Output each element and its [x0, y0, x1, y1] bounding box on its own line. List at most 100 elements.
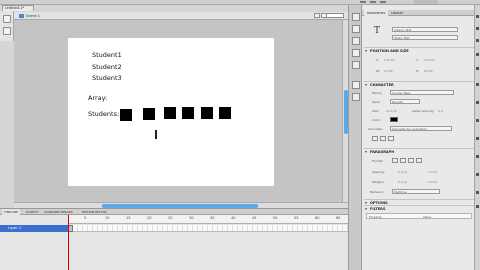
tool-icon[interactable]	[476, 15, 479, 18]
array-slot-box[interactable]	[201, 107, 213, 119]
color-panel-icon[interactable]	[352, 13, 360, 21]
spacing-indent-value[interactable]: 0.0 px	[398, 170, 407, 174]
filters-value-header: Value	[423, 215, 432, 219]
array-label-text[interactable]: Array:	[88, 94, 107, 102]
position-size-section[interactable]: POSITION AND SIZE	[364, 47, 478, 54]
tool-icon[interactable]	[476, 39, 479, 42]
array-slot-box[interactable]	[182, 107, 194, 119]
layer-row[interactable]: Layer 1	[0, 225, 68, 232]
menu-dash-icon[interactable]	[360, 1, 366, 3]
layer-name: Layer 1	[8, 226, 22, 230]
student2-text[interactable]: Student2	[92, 63, 122, 71]
align-justify-icon[interactable]	[416, 158, 422, 163]
array-slot-box[interactable]	[143, 108, 155, 120]
tool-icon[interactable]	[476, 173, 479, 176]
frame-ruler[interactable]: 5 10 15 20 25 30 35 40 45 50 55 60 65	[68, 215, 348, 224]
frame-tick: 30	[189, 216, 194, 220]
tool-icon[interactable]	[476, 191, 479, 194]
student1-text[interactable]: Student1	[92, 51, 122, 59]
workspace-switcher[interactable]	[414, 0, 438, 4]
layer-frames[interactable]	[68, 225, 348, 232]
tab-library[interactable]: LIBRARY	[388, 10, 406, 16]
swatches-panel-icon[interactable]	[352, 25, 360, 33]
selection-tool-icon[interactable]	[3, 15, 11, 23]
playhead[interactable]	[68, 215, 71, 270]
text-subtype-select[interactable]: Static Text	[392, 35, 458, 40]
tool-icon[interactable]	[476, 205, 479, 208]
tool-icon[interactable]	[476, 119, 479, 122]
align-left-icon[interactable]	[392, 158, 398, 163]
frame-tick: 65	[336, 216, 341, 220]
h-value[interactable]: 20.00	[424, 69, 433, 73]
align-right-icon[interactable]	[408, 158, 414, 163]
menu-dash-icon[interactable]	[370, 1, 376, 3]
array-slot-box[interactable]	[219, 107, 231, 119]
letter-spacing-value[interactable]: 0.0	[438, 109, 443, 113]
antialias-label: Anti-alias:	[368, 127, 383, 131]
frame-tick: 25	[168, 216, 173, 220]
stage[interactable]: Student1 Student2 Student3 Array: Studen…	[68, 38, 274, 186]
align-panel-icon[interactable]	[352, 37, 360, 45]
margin-left-value[interactable]: 0.0 px	[398, 180, 407, 184]
timeline-panel: TIMELINE OUTPUT COMPILER ERRORS MOTION E…	[0, 208, 348, 270]
margin-right-value[interactable]: 0.0 px	[428, 180, 437, 184]
align-center-icon[interactable]	[400, 158, 406, 163]
border-icon[interactable]	[388, 136, 394, 141]
tool-icon[interactable]	[476, 67, 479, 70]
students-label-text[interactable]: Students:	[88, 110, 119, 118]
motion-presets-icon[interactable]	[352, 93, 360, 101]
filters-section[interactable]: FILTERS	[364, 205, 478, 212]
array-slot-box[interactable]	[164, 107, 176, 119]
behavior-label: Behavior:	[370, 190, 385, 194]
menu-dash-icon[interactable]	[380, 1, 386, 3]
antialias-select[interactable]: Anti-alias for animation	[390, 126, 452, 131]
tool-icon[interactable]	[476, 27, 479, 30]
filters-table-header: Property Value	[366, 213, 472, 219]
tool-icon[interactable]	[476, 155, 479, 158]
transform-panel-icon[interactable]	[352, 61, 360, 69]
text-color-swatch[interactable]	[390, 117, 398, 122]
x-value[interactable]: 131.00	[384, 58, 395, 62]
components-panel-icon[interactable]	[352, 81, 360, 89]
selectable-icon[interactable]	[372, 136, 378, 141]
y-value[interactable]: 155.00	[424, 58, 435, 62]
html-render-icon[interactable]	[380, 136, 386, 141]
tab-properties[interactable]: PROPERTIES	[364, 10, 389, 16]
spacing-line-value[interactable]: 2.0 pt	[428, 170, 437, 174]
properties-tabs: PROPERTIES LIBRARY	[362, 10, 480, 16]
array-slot-box[interactable]	[120, 109, 132, 121]
info-panel-icon[interactable]	[352, 49, 360, 57]
margins-label: Margins:	[372, 180, 385, 184]
edit-scene-icon[interactable]	[314, 13, 320, 18]
tab-timeline[interactable]: TIMELINE	[2, 209, 20, 215]
scene-label[interactable]: Scene 1	[26, 13, 40, 19]
spacing-label: Spacing:	[372, 170, 385, 174]
student3-text[interactable]: Student3	[92, 74, 122, 82]
tool-icon[interactable]	[476, 101, 479, 104]
tool-icon[interactable]	[476, 83, 479, 86]
text-type-select[interactable]: Classic Text	[392, 27, 458, 32]
size-value[interactable]: 12.0 pt	[386, 109, 397, 113]
filters-property-header: Property	[369, 215, 382, 219]
tool-icon[interactable]	[476, 53, 479, 56]
properties-panel: PROPERTIES LIBRARY T Classic Text Static…	[362, 5, 480, 270]
w-value[interactable]: 12.00	[384, 69, 393, 73]
w-label: W:	[376, 69, 380, 73]
family-label: Family:	[372, 91, 383, 95]
tab-output[interactable]: OUTPUT	[24, 209, 40, 215]
frame-tick: 20	[147, 216, 152, 220]
font-style-select[interactable]: Regular	[390, 99, 420, 104]
zoom-select[interactable]	[326, 13, 344, 18]
font-family-select[interactable]: Courier New	[390, 90, 454, 95]
scene-icon	[19, 14, 24, 18]
frame-tick: 55	[294, 216, 299, 220]
character-section[interactable]: CHARACTER	[364, 81, 478, 88]
frame-tick: 5	[84, 216, 87, 220]
subselection-tool-icon[interactable]	[3, 27, 11, 35]
tools-strip-right	[474, 5, 480, 270]
frame-tick: 60	[315, 216, 320, 220]
text-cursor-icon	[155, 130, 157, 139]
paragraph-section[interactable]: PARAGRAPH	[364, 148, 478, 155]
behavior-select[interactable]: Multiline	[392, 189, 440, 194]
tool-icon[interactable]	[476, 137, 479, 140]
